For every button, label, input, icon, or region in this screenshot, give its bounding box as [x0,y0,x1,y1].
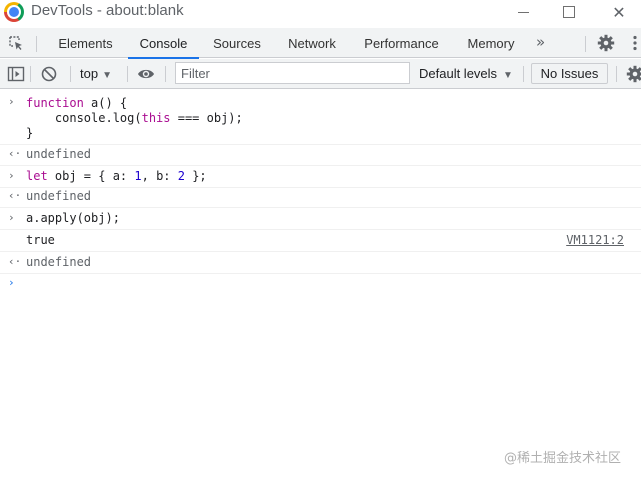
show-sidebar-icon[interactable] [7,65,25,83]
tab-console[interactable]: Console [128,28,199,59]
console-log-message: true VM1121:2 [0,230,641,252]
chevron-down-icon: ▼ [102,70,112,81]
log-levels-dropdown[interactable]: Default levels ▼ [419,59,513,88]
tabs-divider [585,36,586,52]
console-result-message: ‹· undefined [0,252,641,274]
console-prompt[interactable]: › [0,276,641,296]
toolbar-divider [523,66,524,82]
tab-sources[interactable]: Sources [204,28,270,58]
close-button[interactable]: ✕ [596,0,641,24]
settings-gear-icon[interactable] [597,34,615,52]
devtools-tabs-bar: Elements Console Sources Network Perform… [0,28,641,59]
console-input-message: › let obj = { a: 1, b: 2 }; [0,167,641,188]
code-line: function a() { [26,96,128,110]
console-input-message: › a.apply(obj); [0,208,641,230]
more-options-icon[interactable] [633,35,637,51]
log-levels-label: Default levels [419,66,498,81]
toolbar-divider [616,66,617,82]
tab-elements[interactable]: Elements [48,28,123,58]
toolbar-divider [70,66,71,82]
result-text: undefined [26,255,92,269]
tab-performance[interactable]: Performance [355,28,448,58]
code-line: a.apply(obj); [26,211,120,225]
log-text: true [26,233,55,247]
console-toolbar: top▼ Default levels▼ No Issues [0,59,641,89]
console-messages: › function a() { console.log(this === ob… [0,90,641,478]
tabs-divider [36,36,37,52]
input-chevron-icon: › [8,95,15,108]
code-line: let obj = { a: 1, b: 2 }; [26,169,207,183]
context-value: top [80,66,99,81]
title-bar: DevTools - about:blank ✕ [0,0,641,28]
source-location-link[interactable]: VM1121:2 [566,233,624,248]
console-result-message: ‹· undefined [0,188,641,208]
toolbar-divider [30,66,31,82]
minimize-button[interactable] [500,0,546,24]
inspect-element-icon[interactable] [8,35,24,51]
toolbar-divider [127,66,128,82]
input-chevron-icon: › [8,169,15,182]
close-icon: ✕ [612,2,626,22]
issues-button[interactable]: No Issues [531,63,608,84]
code-line: console.log(this === obj); [26,111,243,125]
input-chevron-icon: › [8,211,15,224]
javascript-context-select[interactable]: top ▼ [80,59,112,88]
maximize-icon [563,6,575,18]
window-title: DevTools - about:blank [31,2,184,19]
maximize-button[interactable] [546,0,592,24]
toolbar-divider [165,66,166,82]
result-arrow-icon: ‹· [8,147,22,160]
clear-console-icon[interactable] [40,65,58,83]
console-settings-gear-icon[interactable] [626,65,641,83]
chrome-logo-icon [4,2,24,22]
result-arrow-icon: ‹· [8,189,22,202]
tab-memory[interactable]: Memory [458,28,524,58]
chevron-down-icon: ▼ [503,70,513,81]
live-expression-eye-icon[interactable] [137,65,155,83]
result-arrow-icon: ‹· [8,255,22,268]
watermark: @稀土掘金技术社区 [504,451,622,466]
minimize-icon [517,11,529,13]
filter-input[interactable] [175,62,410,84]
more-tabs-button[interactable]: » [536,28,545,58]
result-text: undefined [26,147,92,161]
console-input-message: › function a() { console.log(this === ob… [0,93,641,145]
prompt-chevron-icon: › [8,276,15,289]
console-result-message: ‹· undefined [0,145,641,166]
code-line: } [26,126,34,140]
result-text: undefined [26,189,92,203]
tab-network[interactable]: Network [277,28,347,58]
